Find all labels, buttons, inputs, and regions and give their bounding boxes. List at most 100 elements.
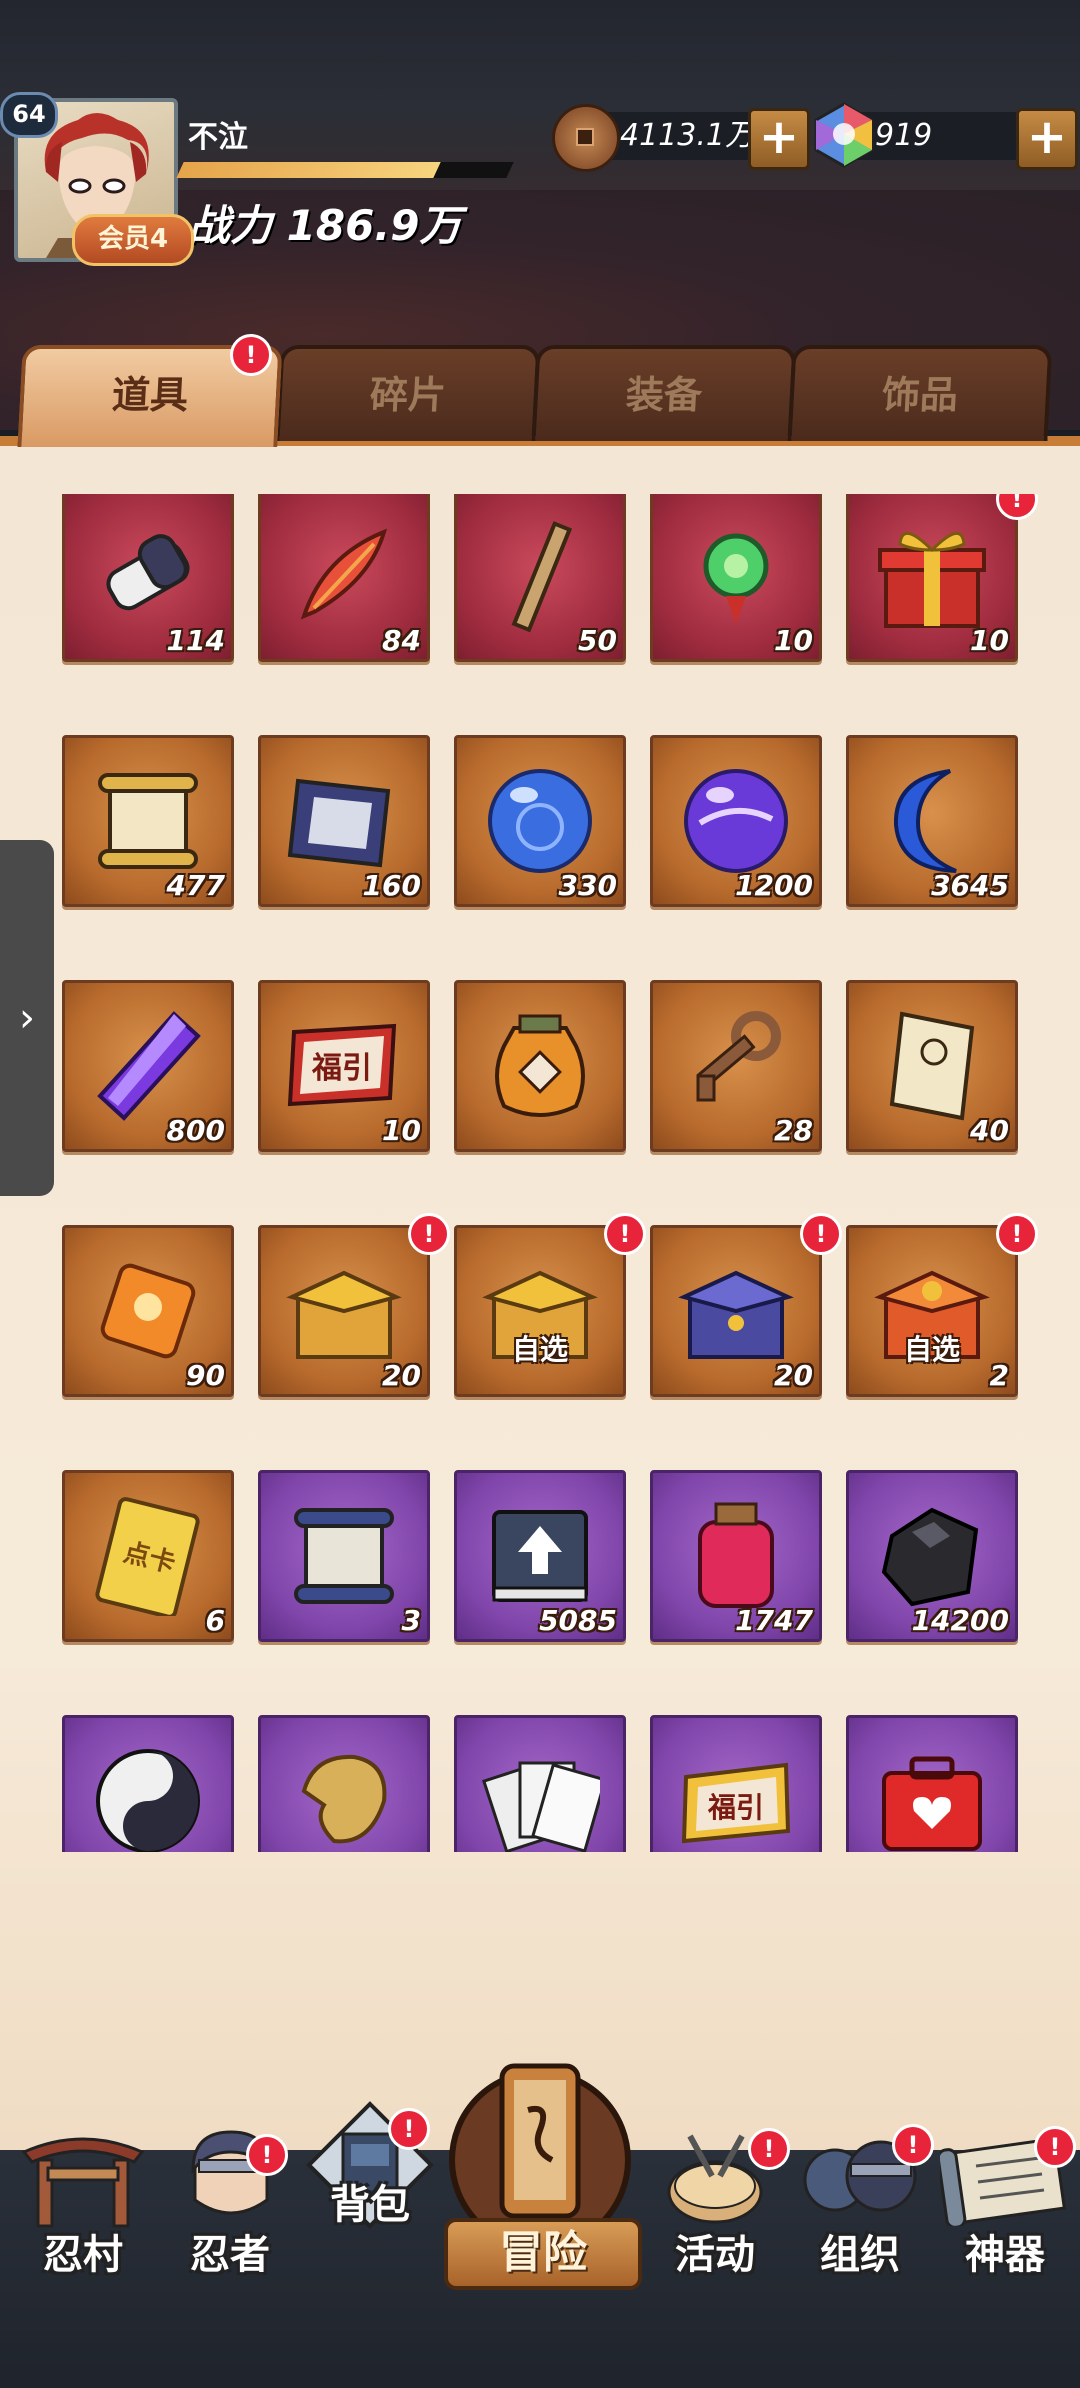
- gold-fragment-icon: [301, 1754, 387, 1844]
- inventory-slot[interactable]: 40: [846, 980, 1018, 1152]
- item-quantity: 50: [578, 624, 617, 657]
- inventory-slot[interactable]: 3: [258, 1470, 430, 1642]
- item-quantity: 14200: [911, 1604, 1009, 1637]
- xp-bar: [176, 162, 514, 178]
- tab-equipment[interactable]: 装备: [531, 345, 797, 441]
- red-medkit-icon: [882, 1756, 982, 1851]
- item-quantity: 84: [382, 624, 421, 657]
- tab-fragments[interactable]: 碎片: [275, 345, 541, 441]
- inventory-slot[interactable]: [258, 1715, 430, 1852]
- paper-cards-icon: [481, 1761, 600, 1852]
- item-quantity: 477: [166, 869, 225, 902]
- item-quantity: 10: [382, 1114, 421, 1147]
- item-quantity: 3: [401, 1604, 421, 1637]
- red-feather-icon: [300, 528, 388, 620]
- item-quantity: 800: [166, 1114, 225, 1147]
- item-quantity: 330: [558, 869, 617, 902]
- item-quantity: 20: [382, 1359, 421, 1392]
- item-quantity: 1200: [735, 869, 813, 902]
- item-label-text: 福引: [707, 1791, 764, 1824]
- coin-amount: 4113.1万: [620, 118, 755, 153]
- blue-scroll-icon: [294, 1508, 394, 1604]
- item-quantity: 114: [166, 624, 225, 657]
- inventory-slot[interactable]: 50: [454, 494, 626, 662]
- item-quantity: 10: [970, 624, 1009, 657]
- cloth-banner-icon: [287, 778, 391, 868]
- inventory-slot[interactable]: 点卡 6: [62, 1470, 234, 1642]
- inventory-slot[interactable]: 10: [846, 494, 1018, 662]
- side-drawer-handle[interactable]: ›: [0, 840, 54, 1196]
- blue-chest-icon: [678, 1270, 794, 1359]
- orange-gem-icon: [100, 1263, 196, 1359]
- slot-alert-dot: !: [996, 1213, 1038, 1255]
- nav-artifacts-label: 神器: [965, 2232, 1045, 2278]
- slot-alert-dot: !: [800, 1213, 842, 1255]
- item-quantity: 1747: [735, 1604, 813, 1637]
- inventory-slot[interactable]: [62, 1715, 234, 1852]
- item-quantity: 10: [774, 624, 813, 657]
- parchment-scroll-icon: [98, 773, 198, 869]
- vip-badge[interactable]: 会员4: [72, 214, 194, 266]
- xp-bar-fill: [176, 162, 442, 178]
- item-quantity: 160: [362, 869, 421, 902]
- nav-ninja-alert-dot: !: [246, 2134, 288, 2176]
- gold-gift-box-icon: [878, 532, 986, 628]
- item-label-text: 福引: [311, 1051, 372, 1086]
- wooden-stick-icon: [511, 521, 573, 633]
- inventory-slot[interactable]: 477: [62, 735, 234, 907]
- green-jade-pendant-icon: [703, 533, 769, 624]
- inventory-slot[interactable]: 90: [62, 1225, 234, 1397]
- nav-backpack-alert-dot: !: [388, 2108, 430, 2150]
- yin-yang-icon: [96, 1749, 200, 1852]
- inventory-slot[interactable]: 自选: [454, 1225, 626, 1397]
- inventory-slot[interactable]: 自选 2: [846, 1225, 1018, 1397]
- player-level-badge: 64: [0, 92, 58, 138]
- inventory-slot[interactable]: [846, 1715, 1018, 1852]
- rainbow-gem-icon: [812, 102, 876, 168]
- fortune-ticket-icon: 福引: [287, 1023, 397, 1107]
- inventory-slot[interactable]: 1747: [650, 1470, 822, 1642]
- bronze-key-icon: [696, 1011, 781, 1102]
- inventory-slot[interactable]: 1200: [650, 735, 822, 907]
- inventory-slot[interactable]: 3645: [846, 735, 1018, 907]
- inventory-slot[interactable]: 20: [258, 1225, 430, 1397]
- inventory-slot[interactable]: 84: [258, 494, 430, 662]
- item-quantity: 2: [989, 1359, 1009, 1392]
- inventory-slot[interactable]: 330: [454, 735, 626, 907]
- nav-village-label: 忍村: [43, 2232, 123, 2278]
- upgrade-book-icon: [492, 1510, 588, 1602]
- add-coins-button[interactable]: +: [748, 108, 810, 170]
- item-quantity: 28: [774, 1114, 813, 1147]
- tab-items-alert-dot: !: [230, 334, 272, 376]
- item-quantity: 20: [774, 1359, 813, 1392]
- inventory-slot[interactable]: 160: [258, 735, 430, 907]
- inventory-slot[interactable]: 28: [650, 980, 822, 1152]
- inventory-slot[interactable]: 20: [650, 1225, 822, 1397]
- chevron-right-icon: ›: [19, 995, 35, 1041]
- inventory-slot[interactable]: 800: [62, 980, 234, 1152]
- inventory-slot[interactable]: 114: [62, 494, 234, 662]
- nav-events-label: 活动: [675, 2232, 755, 2278]
- nav-village[interactable]: 忍村: [8, 2130, 158, 2280]
- nav-backpack-label: 背包: [330, 2182, 410, 2228]
- scroll-bundle-icon: [106, 534, 190, 611]
- item-quantity: 6: [205, 1604, 225, 1637]
- item-quantity: 3645: [931, 869, 1009, 902]
- inventory-slot[interactable]: 14200: [846, 1470, 1018, 1642]
- inventory-slot[interactable]: 10: [650, 494, 822, 662]
- tab-accessories[interactable]: 饰品: [787, 345, 1053, 441]
- inventory-slot[interactable]: 5085: [454, 1470, 626, 1642]
- nav-events-alert-dot: !: [748, 2128, 790, 2170]
- inventory-slot[interactable]: 福引 10: [258, 980, 430, 1152]
- nav-adventure-label[interactable]: 冒险: [444, 2218, 642, 2290]
- add-gems-button[interactable]: +: [1016, 108, 1078, 170]
- nav-organization-label: 组织: [820, 2232, 900, 2278]
- blue-orb-icon: [488, 769, 592, 873]
- inventory-slot[interactable]: [454, 1715, 626, 1852]
- purple-crystal-icon: [97, 1011, 201, 1121]
- fortune-paper-icon: 福引: [681, 1762, 791, 1844]
- red-potion-jar-icon: [698, 1502, 774, 1608]
- black-ore-icon: [881, 1507, 979, 1607]
- inventory-slot[interactable]: [454, 980, 626, 1152]
- inventory-slot[interactable]: 福引: [650, 1715, 822, 1852]
